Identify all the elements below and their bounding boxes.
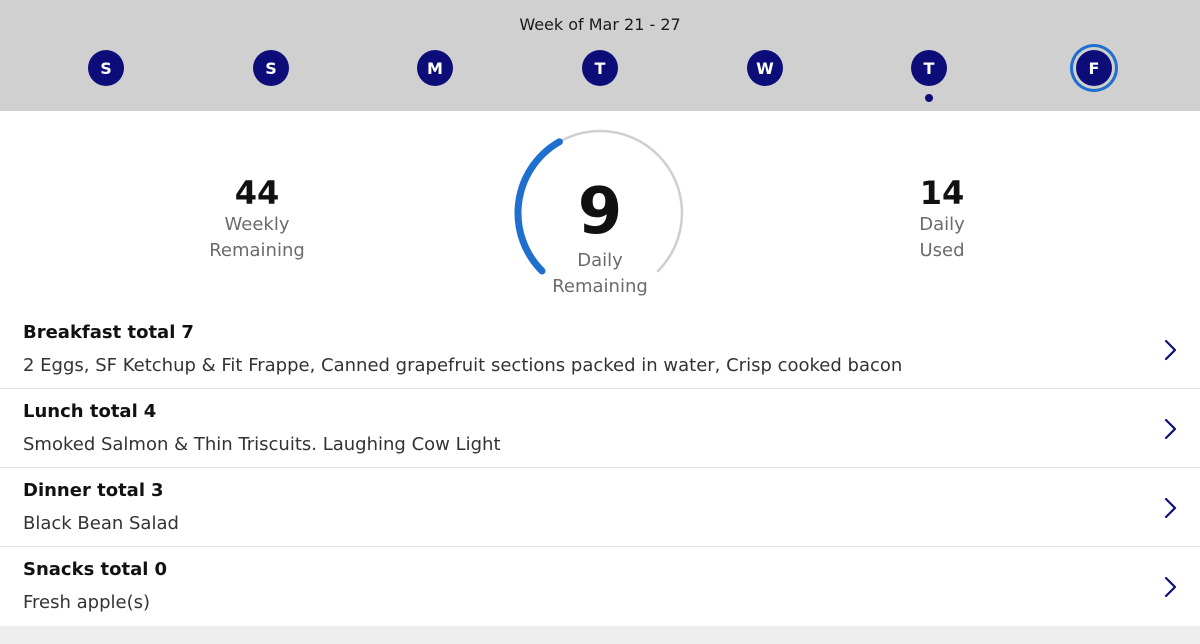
meal-total: 4 [143, 401, 157, 422]
weekly-remaining-label-line2: Remaining [209, 240, 305, 261]
day-letter: T [594, 58, 606, 78]
day-button-monday[interactable]: M [417, 50, 453, 86]
day-letter: T [923, 58, 935, 78]
meal-name: Snacks total [23, 559, 149, 580]
meal-total: 0 [154, 559, 167, 580]
day-letter: M [427, 58, 443, 78]
week-header: Week of Mar 21 - 27 S S M T W T F [0, 0, 1200, 111]
meal-name: Lunch total [23, 401, 138, 422]
daily-used-label-line1: Daily [919, 214, 965, 235]
chevron-right-icon[interactable] [1160, 496, 1180, 520]
meal-row-breakfast[interactable]: Breakfast total 7 2 Eggs, SF Ketchup & Fi… [0, 310, 1200, 389]
daily-remaining-label: Daily Remaining [480, 248, 720, 300]
meal-name: Breakfast total [23, 322, 176, 343]
meal-row-lunch[interactable]: Lunch total 4 Smoked Salmon & Thin Triscu… [0, 389, 1200, 468]
chevron-right-icon[interactable] [1160, 338, 1180, 362]
daily-used-stat: 14 Daily Used [822, 174, 1062, 264]
day-button-friday-selected[interactable]: F [1076, 50, 1112, 86]
weekly-remaining-stat: 44 Weekly Remaining [137, 174, 377, 264]
meal-title: Lunch total 4 [23, 401, 156, 422]
meal-items: Smoked Salmon & Thin Triscuits. Laughing… [23, 434, 501, 455]
daily-remaining-label-line1: Daily [577, 250, 623, 271]
day-button-sunday[interactable]: S [88, 50, 124, 86]
day-letter: S [265, 58, 277, 78]
week-label: Week of Mar 21 - 27 [519, 15, 681, 34]
daily-used-value: 14 [919, 174, 965, 212]
meal-title: Breakfast total 7 [23, 322, 194, 343]
meal-items: Black Bean Salad [23, 513, 179, 534]
daily-remaining-label-line2: Remaining [552, 276, 648, 297]
meal-items: 2 Eggs, SF Ketchup & Fit Frappe, Canned … [23, 355, 903, 376]
day-button-wednesday[interactable]: W [747, 50, 783, 86]
chevron-right-icon[interactable] [1160, 575, 1180, 599]
day-button-thursday[interactable]: T [911, 50, 947, 86]
today-indicator-dot [925, 94, 933, 102]
weekly-remaining-value: 44 [234, 174, 280, 212]
meal-title: Snacks total 0 [23, 559, 167, 580]
meal-title: Dinner total 3 [23, 480, 164, 501]
chevron-right-icon[interactable] [1160, 417, 1180, 441]
meal-name: Dinner total [23, 480, 145, 501]
daily-remaining-value: 9 [577, 175, 623, 249]
meal-total: 7 [181, 322, 194, 343]
day-button-tuesday[interactable]: T [582, 50, 618, 86]
daily-used-label-line2: Used [919, 240, 965, 261]
day-letter: F [1088, 58, 1100, 78]
meal-row-dinner[interactable]: Dinner total 3 Black Bean Salad [0, 468, 1200, 547]
day-button-saturday[interactable]: S [253, 50, 289, 86]
day-letter: W [756, 58, 774, 78]
footer-bar [0, 626, 1200, 644]
meal-items: Fresh apple(s) [23, 592, 151, 613]
meal-total: 3 [150, 480, 164, 501]
weekly-remaining-label-line1: Weekly [224, 214, 290, 235]
meal-row-snacks[interactable]: Snacks total 0 Fresh apple(s) [0, 547, 1200, 626]
day-letter: S [100, 58, 112, 78]
